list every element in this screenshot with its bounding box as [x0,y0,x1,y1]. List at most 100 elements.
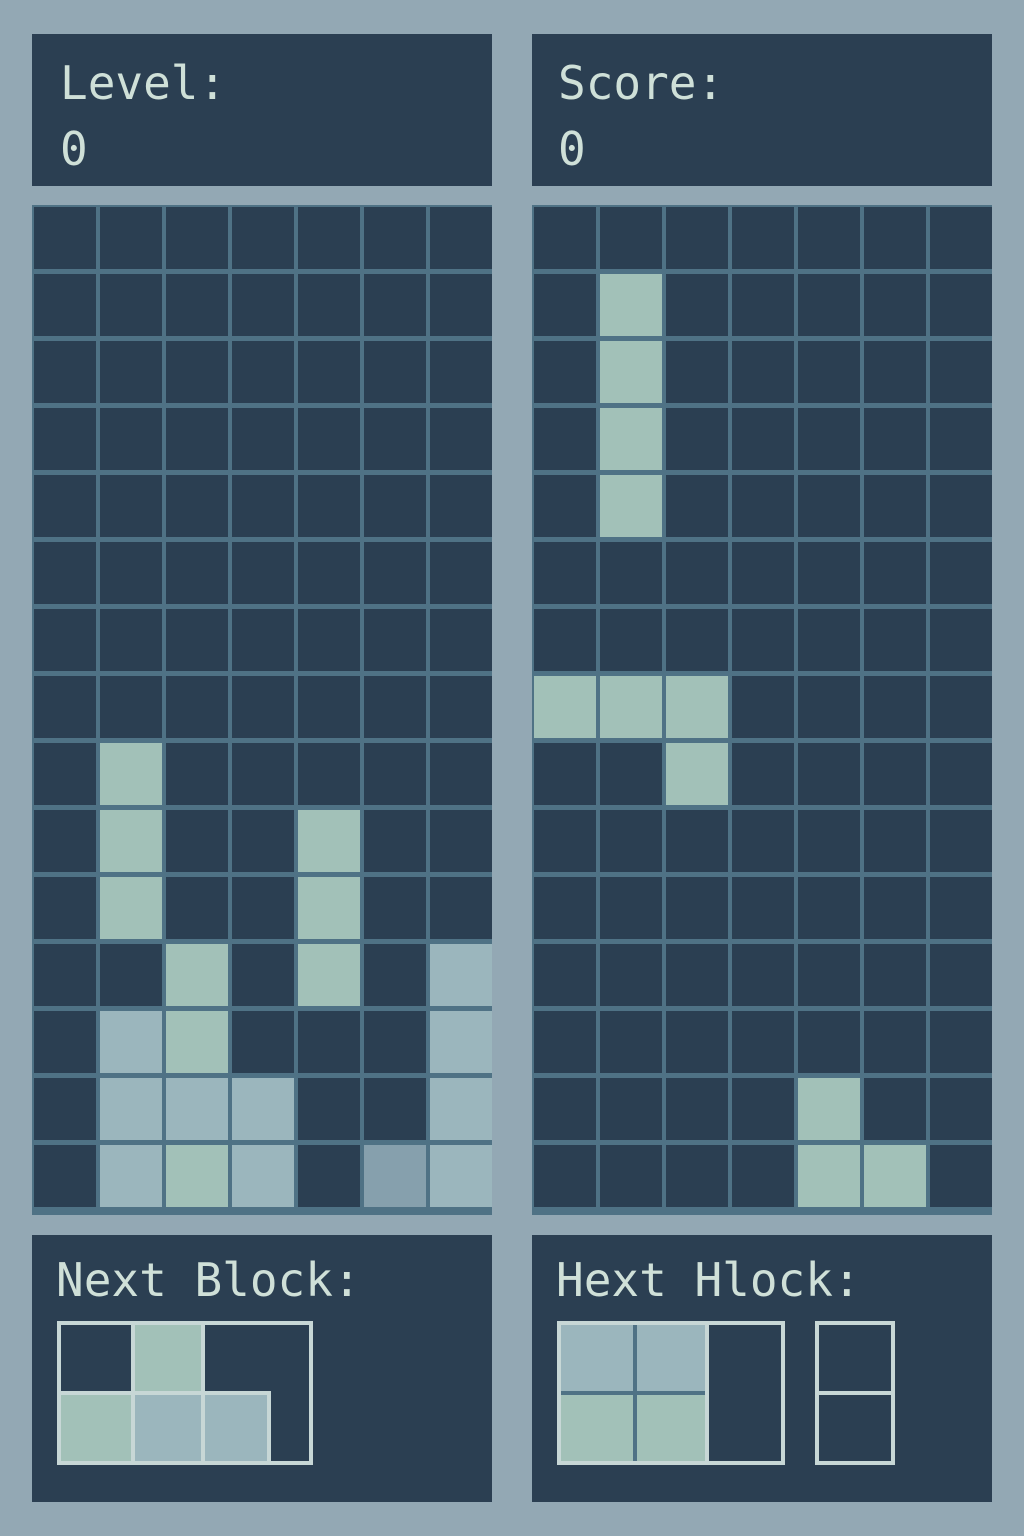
board-empty-cell [930,408,992,470]
board-empty-cell [798,676,860,738]
board-block-cell [430,1145,492,1207]
board-empty-cell [930,609,992,671]
board-empty-cell [864,877,926,939]
board-empty-cell [232,408,294,470]
board-block-cell [166,1011,228,1073]
board-block-cell [232,1145,294,1207]
board-empty-cell [798,609,860,671]
board-empty-cell [930,877,992,939]
preview-divider [561,1391,705,1395]
preview-cell [561,1395,633,1461]
board-empty-cell [364,676,426,738]
board-empty-cell [34,1078,96,1140]
board-empty-cell [864,743,926,805]
board-empty-cell [798,743,860,805]
board-empty-cell [298,542,360,604]
board-empty-cell [798,475,860,537]
board-empty-cell [430,877,492,939]
board-empty-cell [600,542,662,604]
board-empty-cell [100,542,162,604]
board-empty-cell [364,1011,426,1073]
board-empty-cell [232,341,294,403]
left-next-block-label: Next Block: [56,1253,361,1307]
board-empty-cell [166,274,228,336]
board-empty-cell [232,743,294,805]
board-empty-cell [864,341,926,403]
board-empty-cell [864,207,926,269]
board-block-cell [298,877,360,939]
board-empty-cell [534,944,596,1006]
board-empty-cell [100,341,162,403]
board-empty-cell [100,408,162,470]
board-empty-cell [600,877,662,939]
board-empty-cell [364,542,426,604]
board-block-cell [666,743,728,805]
board-empty-cell [666,542,728,604]
board-empty-cell [232,609,294,671]
board-empty-cell [34,475,96,537]
preview-cell [135,1325,201,1391]
board-empty-cell [732,944,794,1006]
board-empty-cell [732,810,794,872]
board-empty-cell [732,475,794,537]
board-empty-cell [666,609,728,671]
board-empty-cell [732,1145,794,1207]
board-empty-cell [600,944,662,1006]
board-empty-cell [430,341,492,403]
preview-divider [61,1391,267,1395]
board-block-cell [600,341,662,403]
board-block-cell [166,1145,228,1207]
board-empty-cell [34,877,96,939]
board-empty-cell [166,877,228,939]
board-empty-cell [364,944,426,1006]
board-empty-cell [298,1145,360,1207]
board-empty-cell [298,408,360,470]
board-empty-cell [166,609,228,671]
board-empty-cell [364,274,426,336]
board-empty-cell [166,207,228,269]
board-empty-cell [232,475,294,537]
board-empty-cell [732,743,794,805]
board-empty-cell [534,542,596,604]
board-empty-cell [298,1078,360,1140]
board-empty-cell [430,676,492,738]
board-block-cell [100,1145,162,1207]
board-empty-cell [34,408,96,470]
score-value: 0 [558,122,586,176]
board-empty-cell [364,207,426,269]
board-empty-cell [798,408,860,470]
board-block-cell [798,1078,860,1140]
right-next-block-preview-small [815,1321,895,1465]
board-empty-cell [166,676,228,738]
board-empty-cell [798,877,860,939]
board-empty-cell [930,1145,992,1207]
board-empty-cell [666,207,728,269]
board-empty-cell [666,1011,728,1073]
board-empty-cell [732,609,794,671]
board-empty-cell [798,810,860,872]
board-empty-cell [430,542,492,604]
board-empty-cell [298,676,360,738]
board-empty-cell [732,1078,794,1140]
board-empty-cell [430,475,492,537]
board-empty-cell [600,609,662,671]
board-empty-cell [600,810,662,872]
board-block-cell [100,1011,162,1073]
board-empty-cell [34,341,96,403]
board-empty-cell [798,542,860,604]
board-empty-cell [864,1078,926,1140]
board-block-cell [534,676,596,738]
board-empty-cell [864,274,926,336]
board-empty-cell [232,1011,294,1073]
level-label: Level: [60,56,227,110]
board-block-cell [666,676,728,738]
left-next-block-preview [57,1321,313,1465]
board-empty-cell [864,542,926,604]
board-empty-cell [430,743,492,805]
left-game-board [32,205,492,1215]
board-empty-cell [666,944,728,1006]
board-block-cell [430,1078,492,1140]
board-block-cell [298,944,360,1006]
board-block-cell [166,1078,228,1140]
board-empty-cell [364,609,426,671]
